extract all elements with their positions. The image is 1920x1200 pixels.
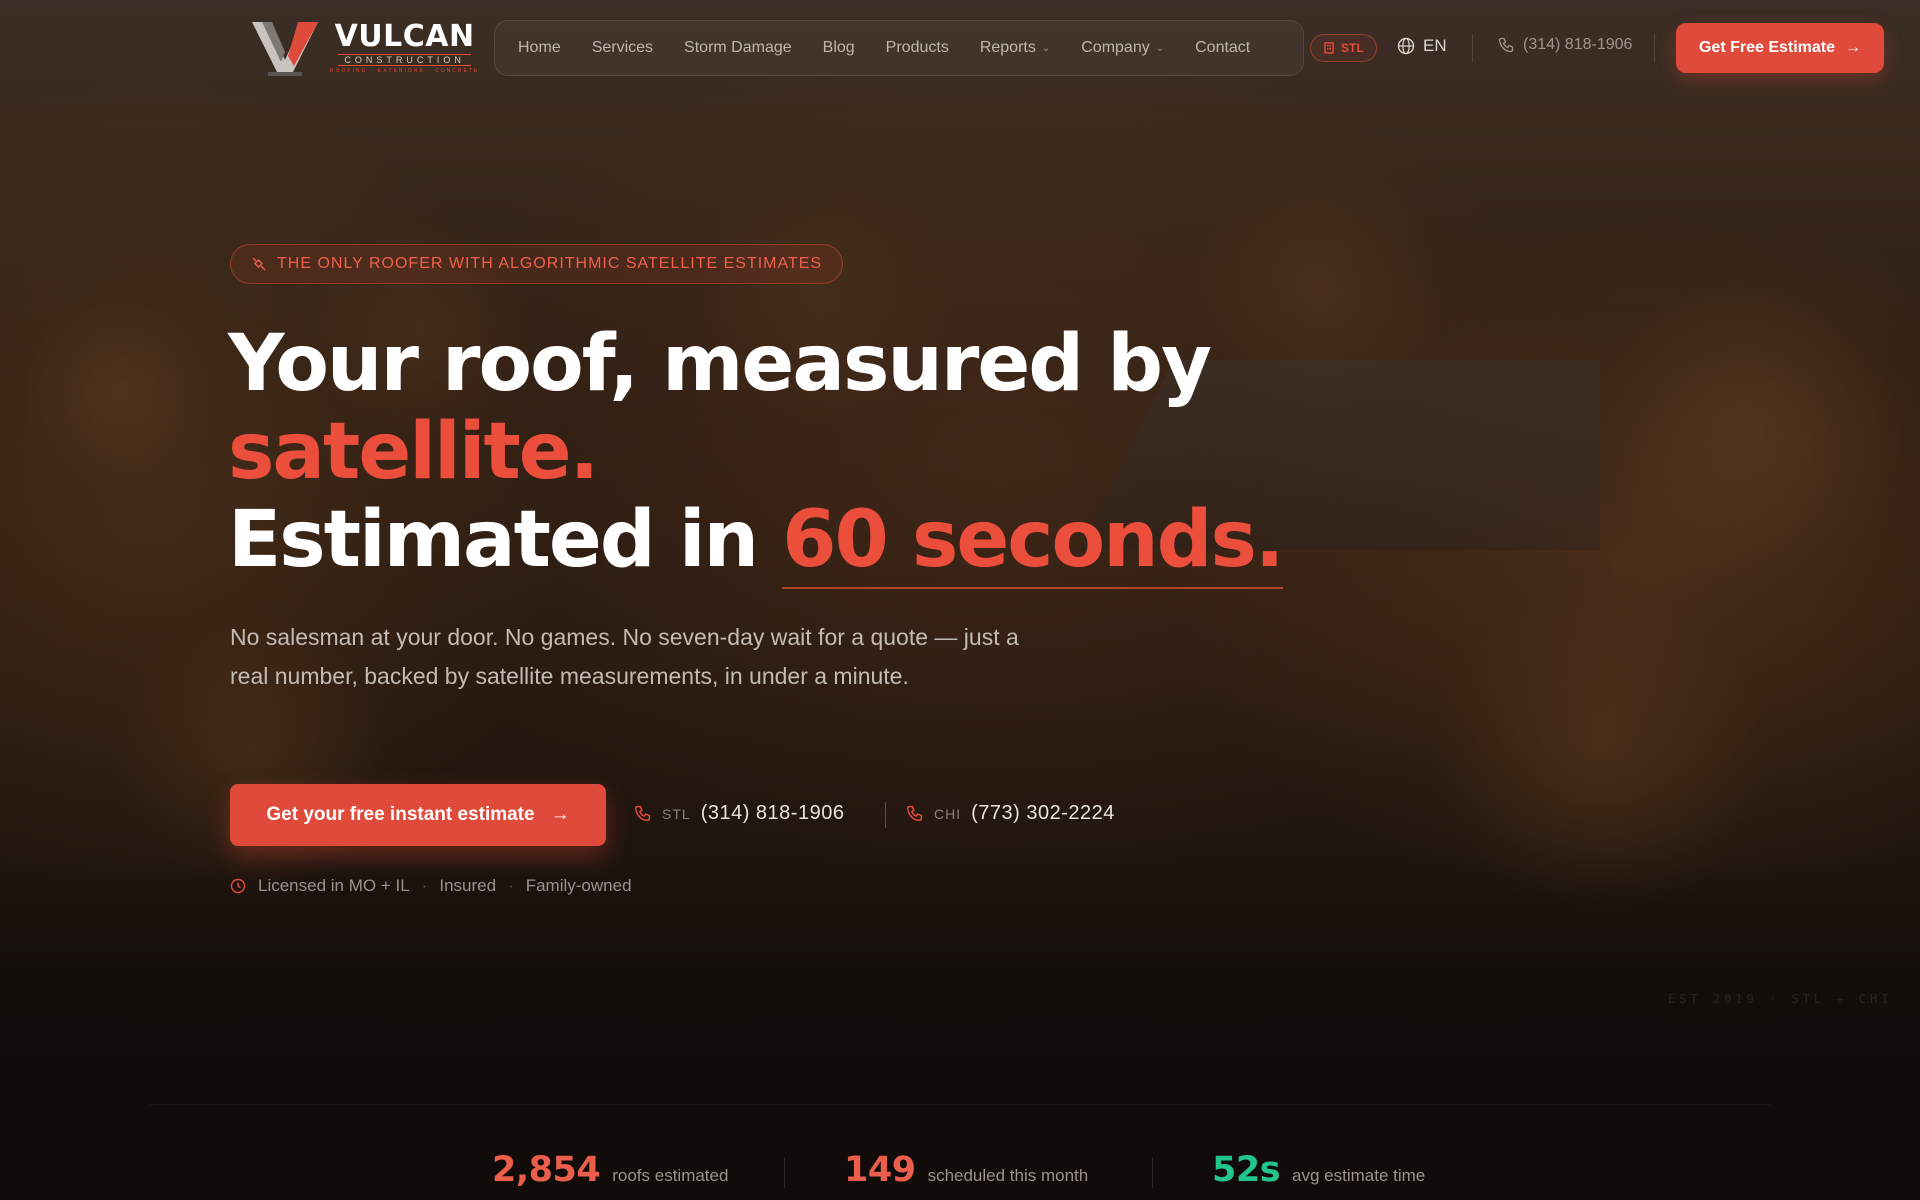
hero-eyebrow-text: THE ONLY ROOFER WITH ALGORITHMIC SATELLI… xyxy=(277,255,823,272)
trust-row: Licensed in MO + IL · Insured · Family-o… xyxy=(230,876,632,896)
stat-label: avg estimate time xyxy=(1292,1166,1426,1185)
stat-roofs-estimated: 2,854 roofs estimated xyxy=(492,1150,728,1190)
satellite-icon xyxy=(252,257,266,271)
headline-line-3-prefix: Estimated in xyxy=(228,495,759,585)
headline-line-1: Your roof, measured by xyxy=(228,319,1212,409)
nav-link-products[interactable]: Products xyxy=(886,39,949,57)
phone-city-chi: CHI xyxy=(934,805,962,822)
hero-eyebrow-badge: THE ONLY ROOFER WITH ALGORITHMIC SATELLI… xyxy=(230,244,844,284)
stat-separator xyxy=(1152,1158,1153,1188)
nav-link-contact[interactable]: Contact xyxy=(1195,39,1250,57)
brand-tagline: ROOFING · EXTERIORS · CONCRETE xyxy=(330,68,480,74)
instant-estimate-label: Get your free instant estimate xyxy=(266,804,535,825)
nav-divider xyxy=(1654,34,1655,62)
established-watermark: EST 2019 · STL + CHI xyxy=(1668,992,1893,1006)
nav-link-services[interactable]: Services xyxy=(592,39,653,57)
stat-value: 52s xyxy=(1212,1150,1281,1190)
city-badge-label: STL xyxy=(1341,41,1364,55)
instant-estimate-button[interactable]: Get your free instant estimate → xyxy=(230,784,606,846)
logo-text: VULCAN CONSTRUCTION ROOFING · EXTERIORS … xyxy=(330,19,480,75)
language-switcher[interactable]: EN xyxy=(1397,36,1447,56)
nav-divider xyxy=(1472,34,1473,62)
trust-item-licensed: Licensed in MO + IL xyxy=(258,876,410,895)
trust-separator: · xyxy=(508,876,514,895)
stat-value: 149 xyxy=(844,1150,916,1190)
chevron-down-icon: ⌄ xyxy=(1155,42,1165,54)
nav-phone-link[interactable]: (314) 818-1906 xyxy=(1498,36,1632,54)
hero-headline: Your roof, measured by satellite. Estima… xyxy=(228,319,1328,589)
clock-icon xyxy=(230,878,246,894)
nav-link-reports[interactable]: Reports ⌄ xyxy=(980,39,1050,57)
phone-icon xyxy=(906,805,923,821)
hero-bottom-fade xyxy=(0,860,1920,1200)
nav-link-home[interactable]: Home xyxy=(518,39,561,57)
logo[interactable]: VULCAN CONSTRUCTION ROOFING · EXTERIORS … xyxy=(248,18,479,78)
nav-link-blog[interactable]: Blog xyxy=(823,39,855,57)
nav-link-reports-label: Reports xyxy=(979,39,1036,56)
headline-accent-60-seconds: 60 seconds. xyxy=(782,495,1285,589)
trust-separator: · xyxy=(421,876,428,895)
phone-divider xyxy=(885,802,886,828)
brand-sub: CONSTRUCTION xyxy=(338,54,471,66)
building-icon xyxy=(1324,42,1334,54)
chevron-down-icon: ⌄ xyxy=(1041,42,1051,54)
stat-label: scheduled this month xyxy=(927,1166,1089,1185)
city-badge[interactable]: STL xyxy=(1310,34,1377,62)
phone-link-stl[interactable]: STL (314) 818-1906 xyxy=(634,802,844,825)
stat-label: roofs estimated xyxy=(612,1166,729,1185)
headline-accent-satellite: satellite. xyxy=(228,407,599,497)
globe-icon xyxy=(1397,37,1415,55)
phone-city-stl: STL xyxy=(662,805,691,822)
hero-subcopy: No salesman at your door. No games. No s… xyxy=(230,624,1019,689)
stat-value: 2,854 xyxy=(492,1150,601,1190)
nav-link-storm-damage[interactable]: Storm Damage xyxy=(684,39,792,57)
phone-number-chi: (773) 302-2224 xyxy=(971,802,1115,824)
stat-separator xyxy=(784,1158,785,1188)
phone-icon xyxy=(1498,37,1514,52)
phone-link-chi[interactable]: CHI (773) 302-2224 xyxy=(906,802,1115,825)
vulcan-logo-icon xyxy=(252,22,318,76)
nav-phone-number: (314) 818-1906 xyxy=(1523,36,1633,53)
brand-name: VULCAN xyxy=(334,19,475,54)
trust-item-insured: Insured xyxy=(439,876,497,895)
phone-icon xyxy=(634,805,651,821)
get-free-estimate-button[interactable]: Get Free Estimate → xyxy=(1676,23,1884,73)
stat-scheduled: 149 scheduled this month xyxy=(844,1150,1088,1190)
main-menu: Home Services Storm Damage Blog Products… xyxy=(494,20,1304,76)
arrow-right-icon: → xyxy=(550,804,570,825)
phone-number-stl: (314) 818-1906 xyxy=(700,802,845,824)
top-navigation: VULCAN CONSTRUCTION ROOFING · EXTERIORS … xyxy=(0,0,1920,96)
get-free-estimate-label: Get Free Estimate xyxy=(1698,39,1836,56)
nav-link-company-label: Company xyxy=(1081,39,1150,56)
arrow-right-icon: → xyxy=(1845,39,1862,56)
stat-avg-time: 52s avg estimate time xyxy=(1212,1150,1425,1190)
language-label: EN xyxy=(1423,36,1447,55)
stats-divider-line xyxy=(150,1104,1770,1105)
trust-item-family-owned: Family-owned xyxy=(525,876,632,895)
nav-link-company[interactable]: Company ⌄ xyxy=(1081,39,1164,57)
